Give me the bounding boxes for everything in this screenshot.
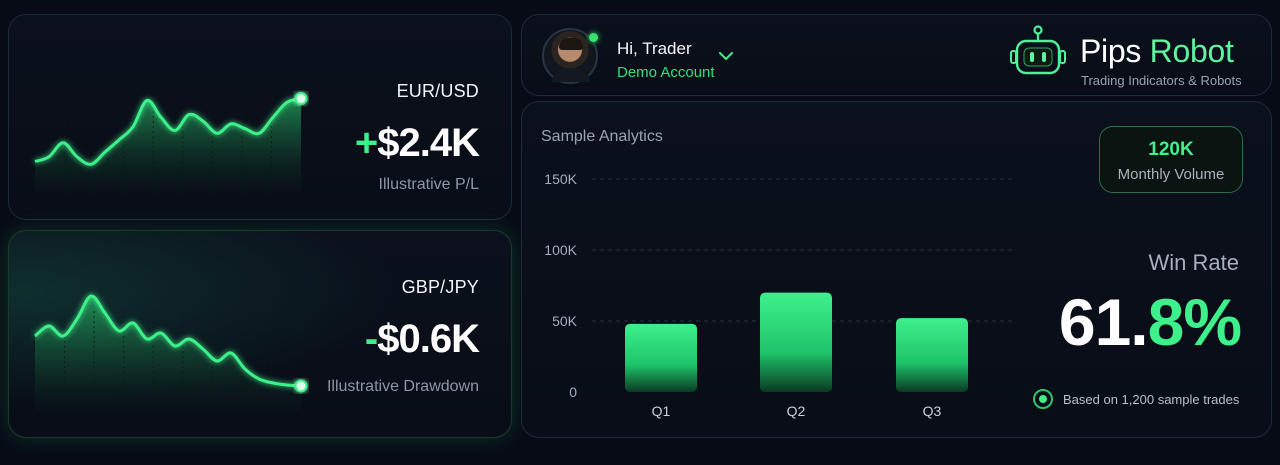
win-rate-label: Win Rate	[1148, 250, 1239, 275]
eur-usd-sparkline	[34, 92, 308, 193]
avatar-hair	[559, 38, 583, 50]
x-tick-label: Q2	[787, 403, 806, 419]
monthly-volume-badge[interactable]: 120K Monthly Volume	[1099, 126, 1243, 193]
brand-name: Pips Robot	[1080, 33, 1234, 70]
avatar-body	[552, 68, 590, 82]
chevron-down-icon[interactable]	[719, 51, 733, 61]
gbp-jpy-sparkline	[34, 294, 308, 411]
sparkline-end-dot	[294, 379, 308, 393]
win-rate-value: 61.8%	[1058, 284, 1242, 360]
volume-value: 120K	[1148, 139, 1194, 160]
sparkline-end-dot	[294, 92, 308, 106]
y-tick-label: 50K	[552, 313, 578, 329]
pl-amount: $0.6K	[377, 317, 480, 361]
pl-subtitle: Illustrative Drawdown	[326, 378, 479, 395]
y-tick-label: 100K	[544, 242, 577, 258]
bar-q2[interactable]	[760, 292, 832, 392]
volume-label: Monthly Volume	[1117, 166, 1225, 183]
pl-sign: +	[354, 121, 378, 165]
pl-value: +$2.4K	[354, 121, 480, 166]
pl-subtitle: Illustrative P/L	[378, 176, 479, 193]
eur-usd-card[interactable]: EUR/USD +$2.4K Illustrative P/L	[8, 14, 512, 220]
brand-primary: Pips	[1080, 33, 1150, 69]
y-tick-label: 0	[569, 384, 577, 400]
footnote-text: Based on 1,200 sample trades	[1063, 392, 1240, 407]
greeting-text: Hi, Trader	[617, 39, 692, 58]
win-rate-int: 61.	[1058, 285, 1149, 359]
x-tick-label: Q3	[923, 403, 942, 419]
win-rate-dec: 8%	[1147, 285, 1242, 359]
gbp-jpy-card[interactable]: GBP/JPY -$0.6K Illustrative Drawdown	[8, 230, 512, 438]
bar-chart: 0 50K 100K 150K Q1 Q2 Q3	[544, 171, 1014, 419]
pair-name: GBP/JPY	[401, 277, 479, 297]
robot-logo-icon	[1010, 25, 1066, 75]
analytics-card: Sample Analytics 0 50K 100K 150K Q1 Q2 Q3 120K…	[521, 101, 1272, 438]
brand-secondary: Robot	[1149, 33, 1234, 69]
pl-amount: $2.4K	[377, 121, 480, 165]
pair-name: EUR/USD	[396, 81, 479, 101]
pl-sign: -	[364, 317, 378, 361]
account-type[interactable]: Demo Account	[617, 64, 715, 81]
radio-dot-icon	[1033, 389, 1053, 409]
bar-q1[interactable]	[625, 323, 697, 392]
bar-q3[interactable]	[896, 318, 968, 392]
brand-tagline: Trading Indicators & Robots	[1081, 73, 1242, 88]
pl-value: -$0.6K	[364, 317, 480, 362]
x-tick-label: Q1	[652, 403, 671, 419]
online-status-dot	[589, 33, 598, 42]
sparkline-area	[35, 98, 301, 193]
sparkline-area	[35, 295, 301, 411]
header-bar: Hi, Trader Demo Account Pips Robot Tradi…	[521, 14, 1272, 96]
y-tick-label: 150K	[544, 171, 577, 187]
